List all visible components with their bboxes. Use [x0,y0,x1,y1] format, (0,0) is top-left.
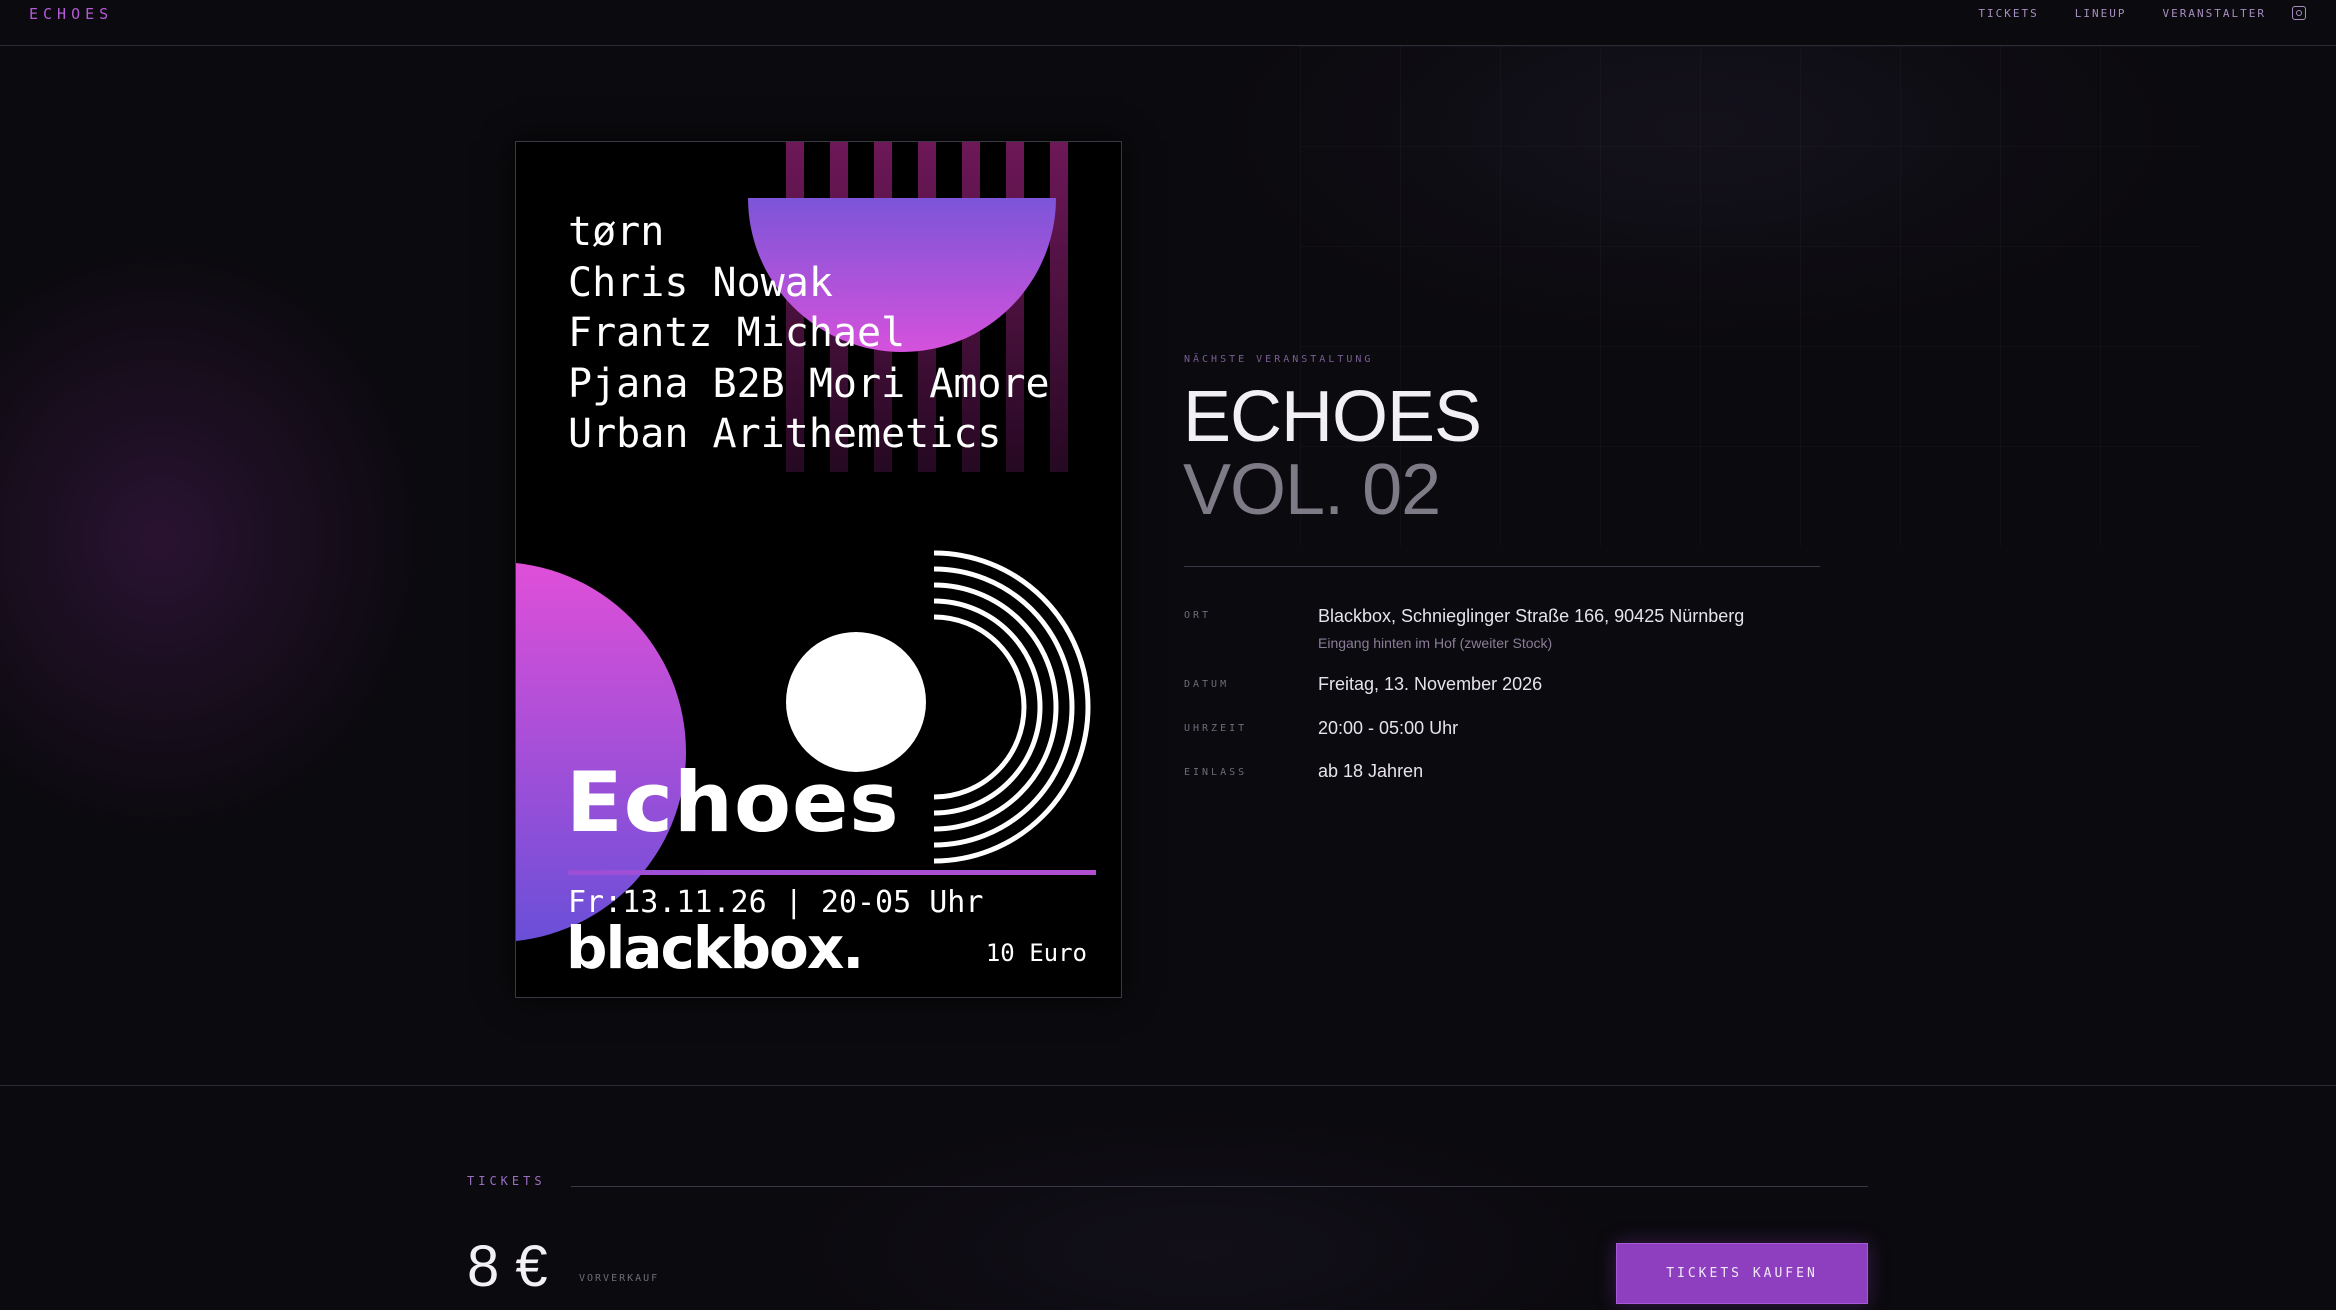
location-value: Blackbox, Schnieglinger Straße 166, 9042… [1318,606,1745,626]
lineup-artist: tørn [568,209,665,255]
event-subtitle: VOL. 02 [1183,450,1441,530]
entry-label: EINLASS [1184,767,1248,778]
poster-venue: blackbox. [566,914,864,982]
main-nav: TICKETS LINEUP VERANSTALTER [1978,7,2266,20]
buy-tickets-button[interactable]: TICKETS KAUFEN [1616,1243,1868,1304]
tickets-section-rule [571,1186,1868,1187]
nav-veranstalter[interactable]: VERANSTALTER [2163,7,2266,20]
instagram-icon[interactable] [2292,6,2306,20]
event-poster: tørn Chris Nowak Frantz Michael Pjana B2… [515,141,1122,998]
lineup-artist: Chris Nowak [568,259,833,306]
site-header: ECHOES TICKETS LINEUP VERANSTALTER [0,0,2336,46]
time-label: UHRZEIT [1184,723,1248,734]
poster-price: 10 Euro [985,939,1087,967]
event-divider [1184,566,1820,567]
date-value: Freitag, 13. November 2026 [1318,674,1543,694]
poster-lineup: tørn Chris Nowak Frantz Michael Pjana B2… [568,207,1050,460]
background-glow [0,0,2336,1310]
ticket-price: 8 € [467,1234,548,1299]
ticket-price-note: VORVERKAUF [579,1273,660,1284]
time-value: 20:00 - 05:00 Uhr [1318,718,1459,738]
nav-tickets[interactable]: TICKETS [1978,7,2038,20]
poster-title: Echoes [566,754,900,851]
poster-divider [568,870,1096,875]
lineup-artist: Urban Arithemetics [568,411,1002,457]
location-label: ORT [1184,610,1212,621]
lineup-artist: Pjana B2B Mori Amore [568,360,1050,407]
white-circle [786,632,926,772]
tickets-section-label: TICKETS [467,1174,546,1188]
entry-value: ab 18 Jahren [1318,761,1424,781]
brand-logo[interactable]: ECHOES [29,5,113,23]
event-kicker: NÄCHSTE VERANSTALTUNG [1184,354,1374,365]
location-note: Eingang hinten im Hof (zweiter Stock) [1318,635,1553,651]
section-separator [0,1085,2336,1086]
nav-lineup[interactable]: LINEUP [2075,7,2127,20]
date-label: DATUM [1184,679,1230,690]
lineup-artist: Frantz Michael [568,310,906,356]
concentric-arcs [933,550,1091,864]
event-title: ECHOES [1183,377,1482,457]
